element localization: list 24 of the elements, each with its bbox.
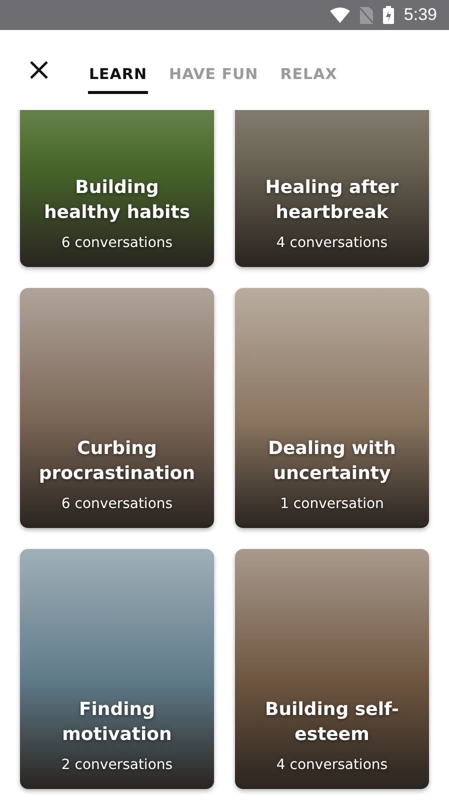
topic-card[interactable]: Curbing procrastination 6 conversations [20, 288, 214, 528]
topic-card[interactable]: Healing after heartbreak 4 conversations [235, 110, 429, 267]
card-title: Healing after heartbreak [264, 176, 400, 225]
card-title: Building self-esteem [264, 698, 400, 747]
card-title: Dealing with uncertainty [267, 437, 397, 486]
status-time: 5:39 [404, 5, 437, 25]
wifi-icon [330, 7, 350, 23]
card-title: Curbing procrastination [38, 437, 196, 486]
topic-card[interactable]: Dealing with uncertainty 1 conversation [235, 288, 429, 528]
card-title: Building healthy habits [42, 176, 192, 225]
conversation-count: 4 conversations [276, 757, 388, 773]
close-icon[interactable] [28, 59, 50, 81]
topic-card[interactable]: Building self-esteem 4 conversations [235, 549, 429, 789]
card-title: Finding motivation [61, 698, 173, 747]
conversation-count: 6 conversations [61, 235, 173, 251]
conversation-count: 4 conversations [276, 235, 388, 251]
tab[interactable]: LEARN [88, 54, 148, 94]
topic-card[interactable]: Finding motivation 2 conversations [20, 549, 214, 789]
topic-card[interactable]: Building healthy habits 6 conversations [20, 110, 214, 267]
conversation-count: 1 conversation [280, 496, 384, 512]
battery-charging-icon [382, 6, 394, 24]
conversation-count: 2 conversations [61, 757, 173, 773]
conversation-count: 6 conversations [61, 496, 173, 512]
no-sim-icon [360, 6, 373, 24]
